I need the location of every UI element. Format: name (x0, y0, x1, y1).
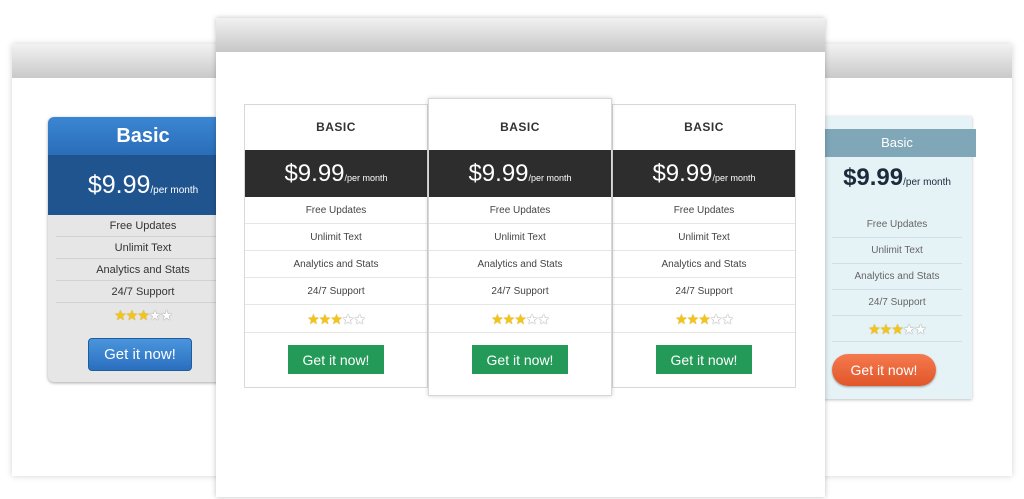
plan-price: $9.99/per month (245, 150, 427, 197)
star-rating: ★★★★★ (48, 303, 238, 327)
pricing-column-3: BASIC $9.99/per month Free Updates Unlim… (612, 104, 796, 388)
star-filled-icon: ★ (502, 311, 516, 327)
star-filled-icon: ★ (514, 311, 527, 327)
star-empty-icon: ★ (721, 311, 734, 327)
plan-title: BASIC (500, 120, 540, 134)
price-period: /per month (344, 173, 388, 183)
get-it-now-button[interactable]: Get it now! (288, 345, 384, 374)
star-filled-icon: ★ (698, 311, 711, 327)
star-empty-icon: ★ (160, 307, 173, 323)
star-rating: ★★★★★ (429, 305, 611, 333)
feature-item: 24/7 Support (613, 278, 795, 305)
get-it-now-button[interactable]: Get it now! (472, 345, 568, 374)
price-amount: $9.99 (843, 164, 904, 191)
star-filled-icon: ★ (307, 311, 320, 327)
feature-item: Free Updates (613, 197, 795, 224)
feature-item: Unlimit Text (245, 224, 427, 251)
feature-item: Analytics and Stats (429, 251, 611, 278)
price-amount: $9.99 (468, 160, 529, 187)
feature-list: Free Updates Unlimit Text Analytics and … (429, 197, 611, 333)
pricing-card-blue: Basic $9.99/per month Free Updates Unlim… (48, 117, 238, 382)
feature-list: Free Updates Unlimit Text Analytics and … (832, 212, 962, 342)
price-amount: $9.99 (652, 160, 713, 187)
price-period: /per month (712, 173, 756, 183)
feature-item: Unlimit Text (429, 224, 611, 251)
star-filled-icon: ★ (330, 311, 343, 327)
star-filled-icon: ★ (675, 311, 688, 327)
get-it-now-button[interactable]: Get it now! (656, 345, 752, 374)
star-rating: ★★★★★ (613, 305, 795, 333)
plan-title: BASIC (316, 120, 356, 134)
feature-item: 24/7 Support (832, 290, 962, 316)
pricing-column-2-featured: BASIC $9.99/per month Free Updates Unlim… (428, 98, 612, 396)
feature-item: Analytics and Stats (613, 251, 795, 278)
feature-list: Free Updates Unlimit Text Analytics and … (245, 197, 427, 333)
star-filled-icon: ★ (868, 321, 881, 337)
star-empty-icon: ★ (902, 321, 916, 337)
plan-price: $9.99/per month (48, 155, 238, 215)
star-filled-icon: ★ (318, 311, 332, 327)
star-rating: ★★★★★ (245, 305, 427, 333)
star-filled-icon: ★ (491, 311, 504, 327)
feature-item: Free Updates (429, 197, 611, 224)
pricing-card-light: Basic $9.99/per month Free Updates Unlim… (818, 116, 976, 399)
star-filled-icon: ★ (114, 307, 127, 323)
price-amount: $9.99 (87, 171, 151, 199)
feature-item: 24/7 Support (245, 278, 427, 305)
star-filled-icon: ★ (686, 311, 700, 327)
star-empty-icon: ★ (525, 311, 539, 327)
star-filled-icon: ★ (879, 321, 893, 337)
star-empty-icon: ★ (341, 311, 355, 327)
plan-title: BASIC (684, 120, 724, 134)
star-empty-icon: ★ (537, 311, 550, 327)
get-it-now-button[interactable]: Get it now! (832, 354, 936, 386)
plan-title: Basic (818, 129, 976, 157)
feature-item: Free Updates (832, 212, 962, 238)
feature-item: Analytics and Stats (56, 259, 230, 281)
star-filled-icon: ★ (891, 321, 904, 337)
feature-item: Unlimit Text (613, 224, 795, 251)
feature-item: Free Updates (56, 215, 230, 237)
feature-item: 24/7 Support (429, 278, 611, 305)
feature-item: Free Updates (245, 197, 427, 224)
feature-item: 24/7 Support (56, 281, 230, 303)
plan-price: $9.99/per month (822, 164, 972, 192)
price-period: /per month (528, 173, 572, 183)
star-filled-icon: ★ (137, 307, 150, 323)
get-it-now-button[interactable]: Get it now! (88, 338, 192, 371)
feature-item: Analytics and Stats (832, 264, 962, 290)
star-filled-icon: ★ (125, 307, 139, 323)
main-preview-panel: BASIC $9.99/per month Free Updates Unlim… (216, 18, 825, 497)
star-rating: ★★★★★ (832, 316, 962, 342)
plan-title: Basic (48, 117, 238, 155)
pricing-column-1: BASIC $9.99/per month Free Updates Unlim… (244, 104, 428, 388)
main-panel-header-bar (216, 18, 825, 52)
price-period: /per month (903, 177, 951, 188)
feature-list: Free Updates Unlimit Text Analytics and … (613, 197, 795, 333)
plan-price: $9.99/per month (429, 150, 611, 197)
star-empty-icon: ★ (709, 311, 723, 327)
price-amount: $9.99 (284, 160, 345, 187)
price-period: /per month (150, 185, 199, 196)
plan-price: $9.99/per month (613, 150, 795, 197)
feature-item: Unlimit Text (832, 238, 962, 264)
feature-item: Unlimit Text (56, 237, 230, 259)
feature-list: Free Updates Unlimit Text Analytics and … (48, 215, 238, 303)
star-empty-icon: ★ (148, 307, 162, 323)
feature-item: Analytics and Stats (245, 251, 427, 278)
star-empty-icon: ★ (353, 311, 366, 327)
star-empty-icon: ★ (914, 321, 927, 337)
